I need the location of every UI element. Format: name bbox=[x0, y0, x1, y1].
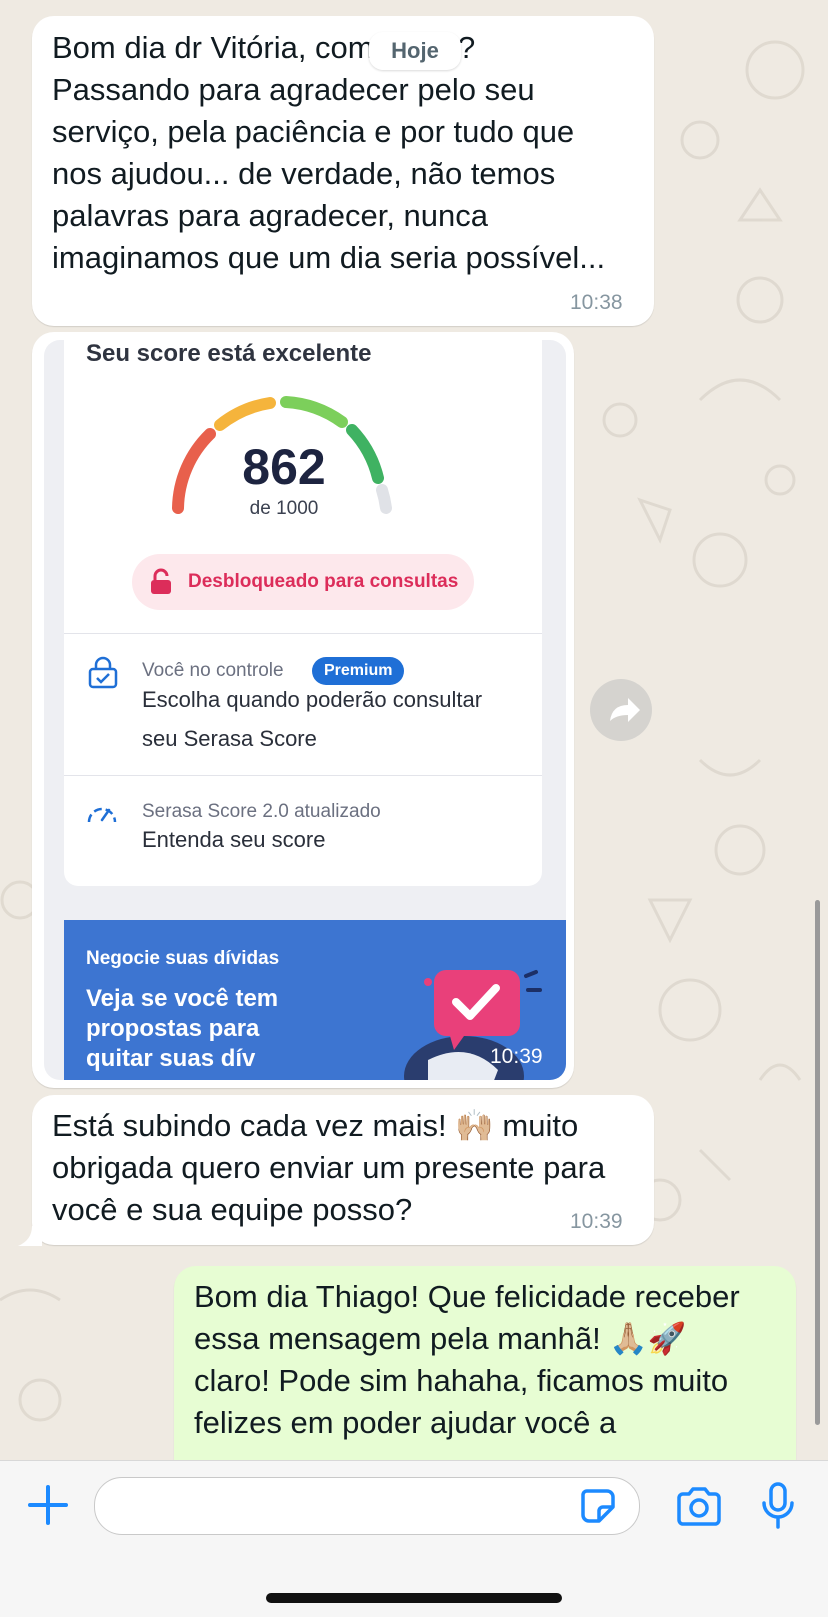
message-input[interactable] bbox=[94, 1477, 640, 1535]
sticker-icon[interactable] bbox=[579, 1487, 617, 1525]
unlock-label: Desbloqueado para consultas bbox=[188, 571, 459, 592]
score-card: Seu score está excelente 862 de 1000 Des… bbox=[64, 340, 542, 886]
date-chip: Hoje bbox=[369, 32, 461, 70]
banner-title: Negocie suas dívidas bbox=[86, 948, 280, 969]
lock-check-icon bbox=[88, 656, 118, 689]
message-input-bar bbox=[0, 1460, 828, 1617]
message-text: Bom dia dr Vitória, como está? Passando … bbox=[52, 30, 606, 275]
unlock-status-badge: Desbloqueado para consultas bbox=[132, 554, 474, 610]
bubble-tail bbox=[18, 1226, 42, 1246]
lock-icon bbox=[151, 568, 171, 594]
camera-icon[interactable] bbox=[675, 1486, 723, 1528]
plus-icon[interactable] bbox=[26, 1483, 70, 1527]
home-indicator[interactable] bbox=[266, 1593, 562, 1603]
microphone-icon[interactable] bbox=[760, 1481, 796, 1531]
image-attachment[interactable]: Seu score está excelente 862 de 1000 Des… bbox=[44, 340, 566, 1080]
control-label: Você no controle bbox=[142, 660, 284, 681]
forward-button[interactable] bbox=[590, 679, 652, 741]
divider bbox=[64, 775, 542, 776]
message-text: Bom dia Thiago! Que felicidade receber e… bbox=[194, 1279, 740, 1440]
divider bbox=[64, 633, 542, 634]
scrollbar[interactable] bbox=[815, 900, 820, 1425]
score-value: 862 bbox=[242, 439, 326, 495]
score-scale: de 1000 bbox=[249, 498, 319, 519]
message-timestamp: 10:39 bbox=[570, 1210, 623, 1233]
banner-text: Veja se você tem propostas para quitar s… bbox=[86, 985, 279, 1072]
speedometer-icon bbox=[87, 807, 117, 823]
score-title: Seu score está excelente bbox=[86, 340, 372, 367]
control-text: Escolha quando poderão consultar seu Ser… bbox=[142, 687, 483, 751]
forward-icon bbox=[610, 698, 640, 722]
image-timestamp: 10:39 bbox=[490, 1045, 543, 1068]
update-text: Entenda seu score bbox=[142, 827, 326, 852]
message-text: Está subindo cada vez mais! 🙌🏼 muito obr… bbox=[52, 1108, 606, 1227]
message-timestamp: 10:38 bbox=[570, 291, 623, 314]
